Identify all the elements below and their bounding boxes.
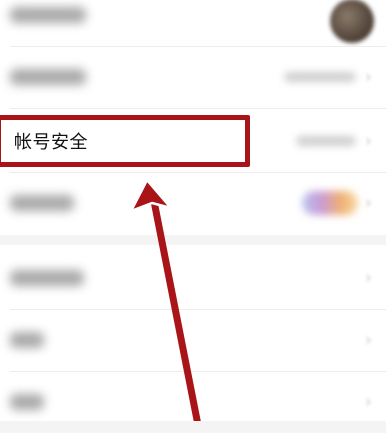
settings-row-general-2[interactable]: ›	[0, 309, 386, 371]
settings-group-general: › › ›	[0, 245, 386, 421]
account-security-label[interactable]: 帐号安全	[14, 128, 88, 154]
blurred-value	[296, 136, 356, 146]
chevron-right-icon: ›	[364, 130, 372, 152]
blurred-label	[10, 195, 74, 211]
blurred-label	[10, 332, 44, 348]
chevron-right-icon: ›	[364, 66, 372, 88]
settings-row-nickname[interactable]: ›	[0, 46, 386, 108]
settings-row-avatar[interactable]	[0, 0, 386, 46]
settings-row-badge[interactable]: ›	[0, 172, 386, 234]
settings-row-general-3[interactable]: ›	[0, 371, 386, 433]
chevron-right-icon: ›	[364, 391, 372, 413]
settings-screen: › › › › › › 帐号安全	[0, 0, 386, 421]
chevron-right-icon: ›	[364, 267, 372, 289]
blurred-value	[284, 72, 356, 82]
chevron-right-icon: ›	[364, 329, 372, 351]
avatar	[330, 0, 374, 43]
blurred-label	[10, 69, 86, 85]
chevron-right-icon: ›	[364, 192, 372, 214]
settings-row-general-1[interactable]: ›	[0, 247, 386, 309]
blurred-label	[10, 7, 86, 23]
highlight-box: 帐号安全	[0, 115, 250, 167]
divider	[10, 108, 386, 109]
blurred-label	[10, 270, 84, 286]
badge-icon	[302, 191, 358, 215]
blurred-label	[10, 394, 44, 410]
